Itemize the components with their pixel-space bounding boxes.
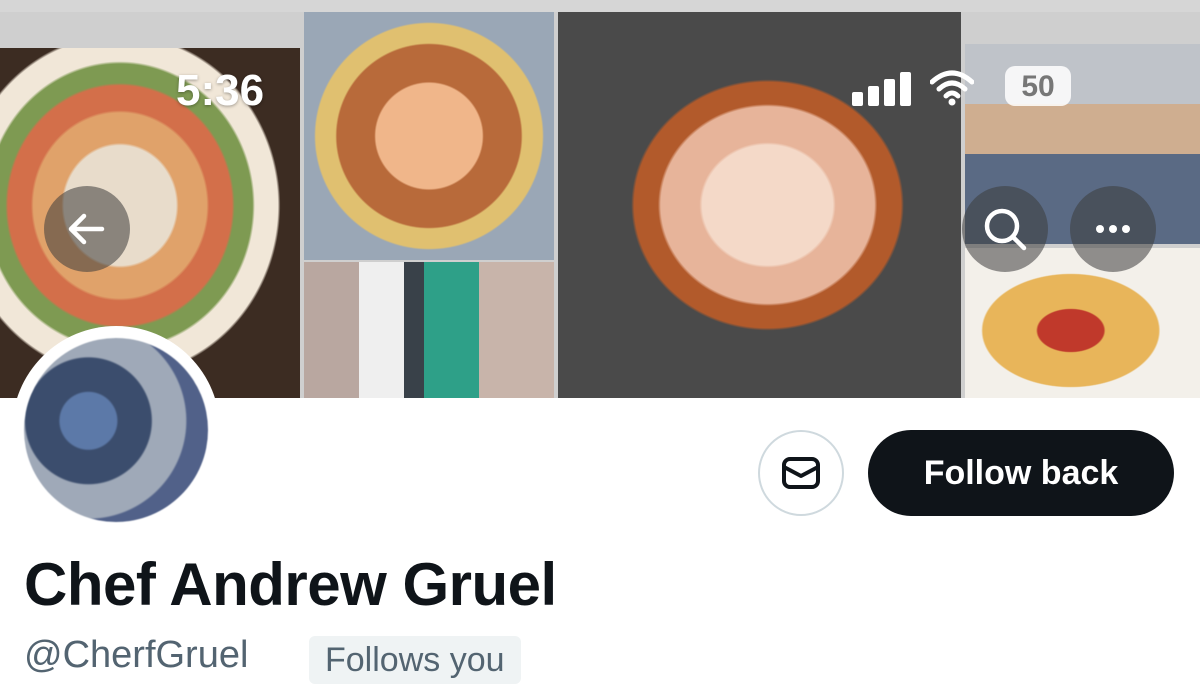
- banner-photo-shrimp-roll: [304, 12, 554, 260]
- arrow-left-icon: [68, 213, 105, 245]
- envelope-icon: [782, 457, 820, 489]
- banner-top-strip: [0, 0, 1200, 12]
- search-button[interactable]: [962, 186, 1048, 272]
- profile-handle: @CherfGruel: [24, 634, 249, 676]
- banner-photo-tv-show: [304, 262, 554, 398]
- back-button[interactable]: [44, 186, 130, 272]
- battery-indicator: 50: [1005, 66, 1071, 106]
- cellular-signal-icon: [852, 70, 912, 106]
- search-icon: [984, 208, 1027, 251]
- profile-name: Chef Andrew Gruel: [24, 551, 557, 618]
- status-time: 5:36: [176, 66, 265, 115]
- more-options-button[interactable]: [1070, 186, 1156, 272]
- avatar[interactable]: [24, 338, 208, 522]
- follow-back-button[interactable]: Follow back: [868, 430, 1174, 516]
- message-button[interactable]: [758, 430, 844, 516]
- battery-level: 50: [1021, 70, 1055, 103]
- wifi-icon: [929, 70, 975, 106]
- follows-you-badge: Follows you: [309, 636, 521, 684]
- more-horizontal-icon: [1096, 225, 1130, 233]
